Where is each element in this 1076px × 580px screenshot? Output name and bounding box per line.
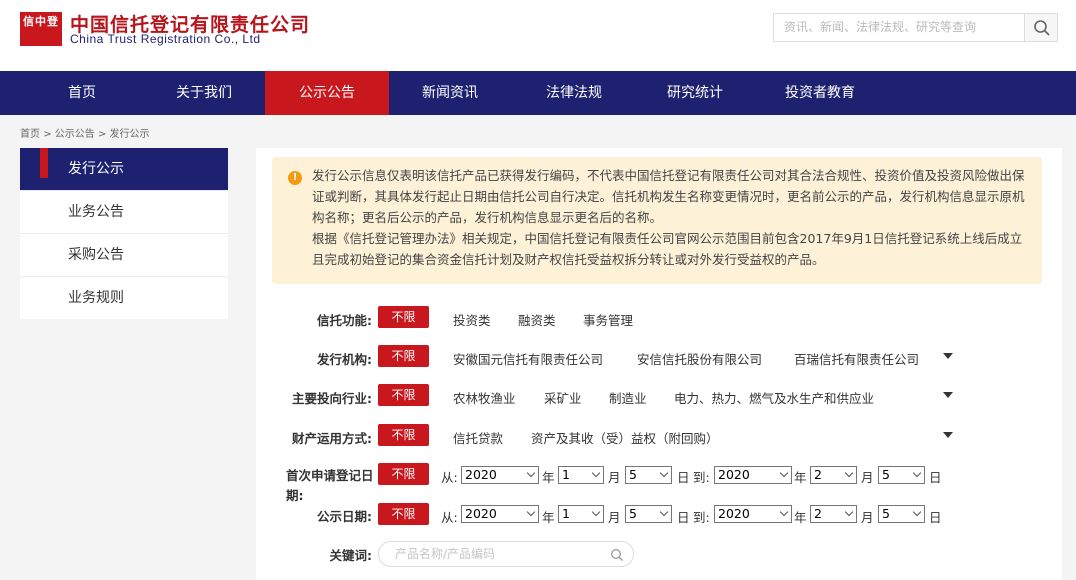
search-icon[interactable]: [610, 548, 624, 562]
filter-option[interactable]: 百瑞信托有限责任公司: [794, 349, 919, 368]
filter-option[interactable]: 资产及其收（受）益权（附回购）: [531, 428, 719, 447]
filter-option[interactable]: 事务管理: [583, 310, 633, 329]
filter-label-usage: 财产运用方式:: [292, 431, 372, 446]
nav-announcements[interactable]: 公示公告: [265, 71, 389, 115]
site-search-input[interactable]: 资讯、新闻、法律法规、研究等查询: [773, 13, 1025, 42]
main-nav: 首页 关于我们 公示公告 新闻资讯 法律法规 研究统计 投资者教育: [0, 71, 1076, 115]
pub-from-year-select[interactable]: 2020: [461, 505, 539, 523]
info-icon: !: [288, 171, 302, 185]
filter-pub-date-all[interactable]: 不限: [378, 503, 429, 525]
date-to-label: 到:: [693, 510, 710, 525]
day-unit: 日: [677, 470, 690, 485]
expand-caret-icon[interactable]: [943, 353, 953, 359]
filter-issuer-all[interactable]: 不限: [378, 345, 429, 367]
month-unit: 月: [608, 470, 621, 485]
breadcrumb-home[interactable]: 首页: [20, 129, 40, 140]
pub-to-month-select[interactable]: 2: [810, 505, 857, 523]
logo-icon[interactable]: 信中登: [20, 12, 62, 46]
filter-label-pub-date: 公示日期:: [317, 509, 372, 524]
notice-text: 发行公示信息仅表明该信托产品已获得发行编码，不代表中国信托登记有限责任公司对其合…: [312, 165, 1032, 270]
sidebar-item-rules[interactable]: 业务规则: [20, 277, 228, 320]
sidebar-item-issuance[interactable]: 发行公示: [20, 148, 228, 191]
notice-paragraph: 发行公示信息仅表明该信托产品已获得发行编码，不代表中国信托登记有限责任公司对其合…: [312, 168, 1025, 225]
expand-caret-icon[interactable]: [943, 392, 953, 398]
breadcrumb-separator: >: [43, 129, 55, 140]
sidebar-item-procurement[interactable]: 采购公告: [20, 234, 228, 277]
nav-about[interactable]: 关于我们: [150, 71, 258, 115]
filter-option[interactable]: 采矿业: [544, 388, 582, 407]
filter-label-industry: 主要投向行业:: [292, 391, 372, 406]
search-icon: [1034, 20, 1050, 36]
year-unit: 年: [794, 510, 807, 525]
nav-research[interactable]: 研究统计: [645, 71, 745, 115]
first-reg-to-day-select[interactable]: 5: [878, 466, 925, 484]
pub-to-day-select[interactable]: 5: [878, 505, 925, 523]
first-reg-from-day-select[interactable]: 5: [625, 466, 672, 484]
first-reg-from-year-select[interactable]: 2020: [461, 466, 539, 484]
breadcrumb-announcements[interactable]: 公示公告: [55, 129, 95, 140]
filter-industry-all[interactable]: 不限: [378, 384, 429, 406]
filter-label-issuer: 发行机构:: [317, 352, 372, 367]
content-panel: ! 发行公示信息仅表明该信托产品已获得发行编码，不代表中国信托登记有限责任公司对…: [256, 148, 1062, 580]
nav-laws[interactable]: 法律法规: [524, 71, 624, 115]
filter-label-first-reg: 首次申请登记日期:: [286, 468, 374, 503]
breadcrumb: 首页 > 公示公告 > 发行公示: [20, 125, 150, 140]
first-reg-to-year-select[interactable]: 2020: [714, 466, 792, 484]
filter-option[interactable]: 融资类: [518, 310, 556, 329]
filter-usage-all[interactable]: 不限: [378, 424, 429, 446]
first-reg-from-month-select[interactable]: 1: [558, 466, 604, 484]
filter-function-all[interactable]: 不限: [378, 306, 429, 328]
notice-box: ! 发行公示信息仅表明该信托产品已获得发行编码，不代表中国信托登记有限责任公司对…: [272, 157, 1042, 284]
nav-investor-education[interactable]: 投资者教育: [768, 71, 872, 115]
sidebar-item-business-notice[interactable]: 业务公告: [20, 191, 228, 234]
nav-home[interactable]: 首页: [36, 71, 128, 115]
filter-option[interactable]: 安徽国元信托有限责任公司: [453, 349, 603, 368]
day-unit: 日: [929, 470, 942, 485]
filter-label-function: 信托功能:: [317, 313, 372, 328]
month-unit: 月: [861, 510, 874, 525]
year-unit: 年: [542, 470, 555, 485]
filter-label-keyword: 关键词:: [329, 548, 373, 563]
expand-caret-icon[interactable]: [943, 432, 953, 438]
breadcrumb-separator: >: [97, 129, 110, 140]
year-unit: 年: [542, 510, 555, 525]
keyword-placeholder: 产品名称/产品编码: [395, 547, 496, 561]
day-unit: 日: [677, 510, 690, 525]
pub-to-year-select[interactable]: 2020: [714, 505, 792, 523]
logo-title-en: China Trust Registration Co., Ltd: [70, 32, 261, 46]
filter-option[interactable]: 投资类: [453, 310, 491, 329]
date-from-label: 从:: [441, 510, 458, 525]
keyword-input[interactable]: 产品名称/产品编码: [378, 541, 634, 567]
pub-from-day-select[interactable]: 5: [625, 505, 672, 523]
site-header: 信中登 中国信托登记有限责任公司 China Trust Registratio…: [0, 0, 1076, 71]
date-from-label: 从:: [441, 470, 458, 485]
month-unit: 月: [861, 470, 874, 485]
filter-option[interactable]: 电力、热力、燃气及水生产和供应业: [674, 388, 874, 407]
filter-option[interactable]: 安信信托股份有限公司: [637, 349, 762, 368]
filter-option[interactable]: 农林牧渔业: [453, 388, 516, 407]
filter-first-reg-all[interactable]: 不限: [378, 463, 429, 485]
search-button[interactable]: [1024, 13, 1058, 42]
sidebar: 发行公示 业务公告 采购公告 业务规则: [20, 148, 228, 319]
date-to-label: 到:: [693, 470, 710, 485]
first-reg-to-month-select[interactable]: 2: [810, 466, 857, 484]
nav-news[interactable]: 新闻资讯: [400, 71, 500, 115]
filter-option[interactable]: 制造业: [609, 388, 647, 407]
day-unit: 日: [929, 510, 942, 525]
year-unit: 年: [794, 470, 807, 485]
filter-option[interactable]: 信托贷款: [453, 428, 503, 447]
month-unit: 月: [608, 510, 621, 525]
notice-paragraph: 根据《信托登记管理办法》相关规定，中国信托登记有限责任公司官网公示范围目前包含2…: [312, 231, 1023, 267]
breadcrumb-current: 发行公示: [109, 129, 150, 140]
pub-from-month-select[interactable]: 1: [558, 505, 604, 523]
